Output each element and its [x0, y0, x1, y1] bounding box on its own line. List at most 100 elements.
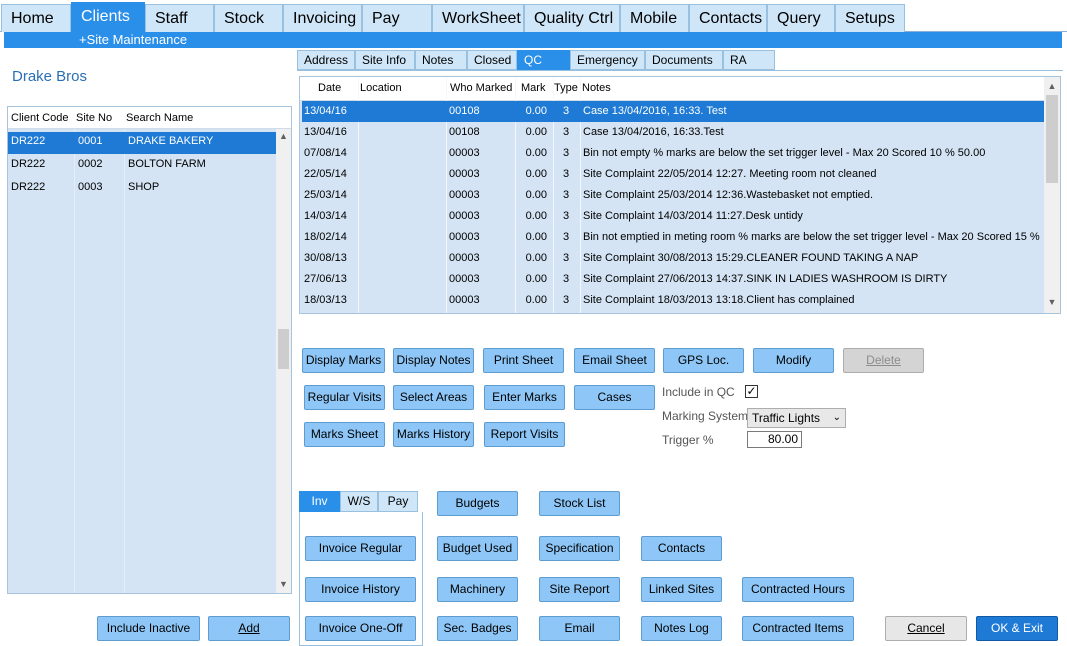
- select-areas-button[interactable]: Select Areas: [393, 385, 474, 410]
- nav-tab-query[interactable]: Query: [767, 4, 835, 32]
- marking-system-select[interactable]: Traffic Lights ⌄: [747, 408, 846, 428]
- nav-tab-contacts[interactable]: Contacts: [689, 4, 767, 32]
- nav-tab-home[interactable]: Home: [1, 4, 71, 32]
- nav-tab-mobile[interactable]: Mobile: [620, 4, 689, 32]
- qc-date: 18/02/14: [304, 231, 347, 243]
- qc-row[interactable]: 18/02/14 00003 0.00 3 Bin not emptied in…: [302, 227, 1044, 248]
- scroll-up-icon[interactable]: ▲: [1046, 81, 1058, 91]
- nav-tab-setups[interactable]: Setups: [835, 4, 905, 32]
- qc-row[interactable]: 13/04/16 00108 0.00 3 Case 13/04/2016, 1…: [302, 122, 1044, 143]
- tab-notes[interactable]: Notes: [415, 50, 467, 70]
- stock-list-button[interactable]: Stock List: [539, 491, 620, 516]
- scroll-down-icon[interactable]: ▼: [278, 579, 289, 589]
- sec-badges-button[interactable]: Sec. Badges: [437, 616, 518, 641]
- column-header-mark[interactable]: Mark: [521, 82, 545, 94]
- specification-button[interactable]: Specification: [539, 536, 620, 561]
- regular-visits-button[interactable]: Regular Visits: [304, 385, 385, 410]
- tab-address[interactable]: Address: [297, 50, 355, 70]
- qc-row[interactable]: 13/04/16 00108 0.00 3 Case 13/04/2016, 1…: [302, 101, 1044, 122]
- qc-row[interactable]: 18/03/13 00003 0.00 3 Site Complaint 18/…: [302, 290, 1044, 311]
- include-in-qc-label: Include in QC: [662, 385, 735, 399]
- budget-used-button[interactable]: Budget Used: [437, 536, 518, 561]
- site-search-name: BOLTON FARM: [128, 158, 206, 170]
- nav-tab-quality-ctrl[interactable]: Quality Ctrl: [524, 4, 620, 32]
- email-button[interactable]: Email: [539, 616, 620, 641]
- column-header-site-no[interactable]: Site No: [76, 112, 112, 124]
- nav-tab-label: Quality Ctrl: [534, 10, 614, 27]
- tab-qc[interactable]: QC: [517, 50, 570, 70]
- qc-scrollbar[interactable]: ▲ ▼: [1044, 77, 1060, 313]
- tab-site-info[interactable]: Site Info: [355, 50, 415, 70]
- notes-log-button[interactable]: Notes Log: [641, 616, 722, 641]
- sites-scrollbar[interactable]: ▲ ▼: [276, 129, 291, 593]
- display-marks-button[interactable]: Display Marks: [302, 348, 385, 373]
- qc-row[interactable]: 07/08/14 00003 0.00 3 Bin not empty % ma…: [302, 143, 1044, 164]
- linked-sites-button[interactable]: Linked Sites: [641, 577, 722, 602]
- email-sheet-button[interactable]: Email Sheet: [574, 348, 655, 373]
- gps-loc-button[interactable]: GPS Loc.: [663, 348, 744, 373]
- site-report-button[interactable]: Site Report: [539, 577, 620, 602]
- column-header-location[interactable]: Location: [360, 82, 402, 94]
- tab-pay[interactable]: Pay: [378, 491, 418, 512]
- qc-row[interactable]: 22/05/14 00003 0.00 3 Site Complaint 22/…: [302, 164, 1044, 185]
- nav-tab-staff[interactable]: Staff: [145, 4, 214, 32]
- column-header-type[interactable]: Type: [554, 82, 578, 94]
- contracted-hours-button[interactable]: Contracted Hours: [742, 577, 854, 602]
- qc-row[interactable]: 14/03/14 00003 0.00 3 Site Complaint 14/…: [302, 206, 1044, 227]
- tab-emergency[interactable]: Emergency: [570, 50, 645, 70]
- qc-row[interactable]: 30/08/13 00003 0.00 3 Site Complaint 30/…: [302, 248, 1044, 269]
- sites-header: Client Code Site No Search Name: [8, 107, 291, 129]
- marks-history-button[interactable]: Marks History: [393, 422, 474, 447]
- add-button[interactable]: Add: [208, 616, 290, 641]
- contracted-items-button[interactable]: Contracted Items: [742, 616, 854, 641]
- include-in-qc-checkbox[interactable]: ✓: [745, 385, 758, 398]
- scroll-down-icon[interactable]: ▼: [1046, 297, 1058, 307]
- enter-marks-button[interactable]: Enter Marks: [484, 385, 565, 410]
- site-row[interactable]: DR222 0002 BOLTON FARM: [8, 155, 276, 177]
- column-header-date[interactable]: Date: [318, 82, 341, 94]
- nav-tab-label: Staff: [155, 10, 188, 27]
- tab-documents[interactable]: Documents: [645, 50, 723, 70]
- qc-date: 22/05/14: [304, 168, 347, 180]
- ok-exit-button[interactable]: OK & Exit: [976, 616, 1058, 641]
- invoice-regular-button[interactable]: Invoice Regular: [305, 536, 416, 561]
- invoice-history-button[interactable]: Invoice History: [305, 577, 416, 602]
- display-notes-button[interactable]: Display Notes: [393, 348, 474, 373]
- tab-ws[interactable]: W/S: [340, 491, 378, 512]
- site-row[interactable]: DR222 0003 SHOP: [8, 178, 276, 200]
- tab-closed[interactable]: Closed: [467, 50, 517, 70]
- sites-list[interactable]: Client Code Site No Search Name DR222 00…: [7, 106, 292, 594]
- cases-button[interactable]: Cases: [574, 385, 655, 410]
- nav-tab-stock[interactable]: Stock: [214, 4, 283, 32]
- report-visits-button[interactable]: Report Visits: [484, 422, 565, 447]
- machinery-button[interactable]: Machinery: [437, 577, 518, 602]
- column-header-search-name[interactable]: Search Name: [126, 112, 193, 124]
- qc-row[interactable]: 25/03/14 00003 0.00 3 Site Complaint 25/…: [302, 185, 1044, 206]
- modify-button[interactable]: Modify: [753, 348, 834, 373]
- site-row[interactable]: DR222 0001 DRAKE BAKERY: [8, 132, 276, 154]
- column-header-client-code[interactable]: Client Code: [11, 112, 68, 124]
- contacts-button[interactable]: Contacts: [641, 536, 722, 561]
- qc-mark: 0.00: [525, 294, 547, 306]
- tab-inv[interactable]: Inv: [299, 491, 340, 512]
- nav-tab-invoicing[interactable]: Invoicing: [283, 4, 362, 32]
- scroll-up-icon[interactable]: ▲: [278, 131, 289, 141]
- cancel-button[interactable]: Cancel: [885, 616, 967, 641]
- tab-ra[interactable]: RA: [723, 50, 775, 70]
- print-sheet-button[interactable]: Print Sheet: [483, 348, 564, 373]
- invoice-one-off-button[interactable]: Invoice One-Off: [305, 616, 416, 641]
- include-inactive-button[interactable]: Include Inactive: [97, 616, 200, 641]
- nav-tab-clients[interactable]: Clients: [71, 2, 145, 33]
- scroll-thumb[interactable]: [278, 329, 289, 369]
- budgets-button[interactable]: Budgets: [437, 491, 518, 516]
- nav-tab-pay[interactable]: Pay: [362, 4, 432, 32]
- nav-tab-worksheet[interactable]: WorkSheet: [432, 4, 524, 32]
- qc-row[interactable]: 27/06/13 00003 0.00 3 Site Complaint 27/…: [302, 269, 1044, 290]
- trigger-percent-input[interactable]: 80.00: [747, 431, 802, 448]
- marks-sheet-button[interactable]: Marks Sheet: [304, 422, 385, 447]
- column-header-notes[interactable]: Notes: [582, 82, 611, 94]
- qc-grid[interactable]: Date Location Who Marked Mark Type Notes…: [299, 76, 1061, 314]
- column-header-who-marked[interactable]: Who Marked: [450, 82, 512, 94]
- site-maintenance-link[interactable]: +Site Maintenance: [79, 32, 187, 48]
- scroll-thumb[interactable]: [1046, 95, 1058, 183]
